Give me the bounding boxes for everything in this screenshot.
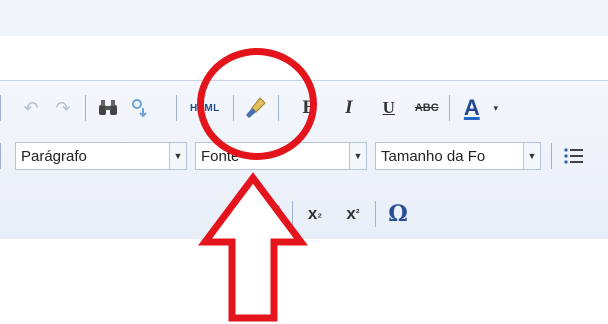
separator xyxy=(0,143,1,169)
chevron-down-icon[interactable]: ▼ xyxy=(349,143,366,169)
top-band xyxy=(0,0,608,37)
font-size-select[interactable]: Tamanho da Fo ▼ xyxy=(375,142,541,170)
redo-icon[interactable]: ↷ xyxy=(47,94,79,122)
undo-icon[interactable]: ↶ xyxy=(15,94,47,122)
font-family-value: Fonte xyxy=(201,147,240,165)
binoculars-icon[interactable] xyxy=(92,94,124,122)
font-family-select[interactable]: Fonte ▼ xyxy=(195,142,367,170)
broom-icon[interactable] xyxy=(240,94,272,122)
chevron-down-icon[interactable]: ▼ xyxy=(523,143,540,169)
superscript-button[interactable]: x² xyxy=(337,200,369,228)
subscript-mark: ₂ xyxy=(317,208,323,220)
separator xyxy=(176,95,177,121)
strikethrough-button[interactable]: ABC xyxy=(411,94,443,122)
subscript-label: x xyxy=(307,204,318,223)
chevron-down-icon[interactable]: ▾ xyxy=(488,94,504,122)
special-character-button[interactable]: Ω xyxy=(382,200,414,228)
toolbar-row-2: Parágrafo ▼ Fonte ▼ Tamanho da Fo ▼ xyxy=(0,138,590,174)
html-source-button[interactable]: HTML xyxy=(187,94,223,122)
superscript-label: x xyxy=(346,204,356,223)
replace-icon[interactable] xyxy=(124,94,156,122)
top-area xyxy=(0,36,608,80)
toolbar-row-3: x₂ x² Ω xyxy=(222,196,414,232)
separator xyxy=(0,95,1,121)
separator xyxy=(448,95,450,121)
separator xyxy=(85,95,86,121)
underline-button[interactable]: U xyxy=(373,94,405,122)
superscript-mark: ² xyxy=(355,208,360,220)
bullet-list-icon[interactable] xyxy=(558,142,590,170)
bold-button[interactable]: B xyxy=(293,94,325,122)
toolbar-row-1: ↶ ↷ HTML B I U ABC A ▾ xyxy=(0,90,504,126)
separator xyxy=(292,201,293,227)
separator xyxy=(551,143,552,169)
table-icon[interactable] xyxy=(254,200,286,228)
paragraph-format-value: Parágrafo xyxy=(21,147,87,165)
separator xyxy=(232,95,234,121)
subscript-button[interactable]: x₂ xyxy=(299,200,331,228)
chevron-down-icon[interactable]: ▼ xyxy=(169,143,186,169)
font-color-button[interactable]: A xyxy=(456,94,488,122)
italic-button[interactable]: I xyxy=(333,94,365,122)
font-size-value: Tamanho da Fo xyxy=(381,147,486,165)
separator xyxy=(277,95,279,121)
horizontal-rule-icon[interactable] xyxy=(222,200,254,228)
separator xyxy=(375,201,376,227)
paragraph-format-select[interactable]: Parágrafo ▼ xyxy=(15,142,187,170)
